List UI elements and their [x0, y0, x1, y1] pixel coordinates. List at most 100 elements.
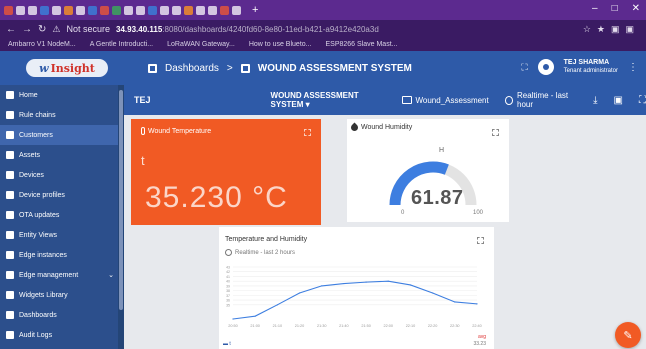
user-info[interactable]: TEJ SHARMA Tenant administrator: [564, 59, 618, 75]
sidebar-item-assets[interactable]: Assets: [0, 145, 124, 165]
x-tick-label: 21:20: [295, 324, 305, 328]
y-tick-label: 37: [226, 294, 230, 298]
back-icon[interactable]: ←: [6, 24, 16, 35]
dashboards-icon: [6, 311, 14, 319]
sidebar-item-edge-instances[interactable]: Edge instances: [0, 245, 124, 265]
tab-icon[interactable]: [40, 5, 49, 15]
tab-icon[interactable]: [220, 5, 229, 15]
fullscreen-icon[interactable]: [304, 129, 311, 136]
thermometer-icon: [141, 127, 145, 135]
tab-icon[interactable]: [88, 5, 97, 15]
x-tick-label: 21:30: [317, 324, 327, 328]
extension-icons[interactable]: ☆★▣▣: [583, 24, 640, 35]
close-icon[interactable]: ✕: [632, 3, 640, 14]
line-chart: 353637383940414243 20:50 21:00 21:10 21:20 21…: [226, 266, 482, 329]
download-icon[interactable]: ⤓: [593, 95, 597, 106]
tab-icon[interactable]: [124, 5, 133, 15]
sidebar-item-rule-chains[interactable]: Rule chains: [0, 105, 124, 125]
maximize-icon[interactable]: □: [612, 3, 618, 14]
url-host: 34.93.40.115: [116, 24, 163, 34]
sidebar-item-edge-management[interactable]: Edge management ⌄: [0, 265, 124, 285]
tab-icon[interactable]: [196, 5, 205, 15]
warning-icon[interactable]: ⚠: [52, 24, 60, 35]
tab-icon[interactable]: [64, 5, 73, 15]
y-tick-label: 36: [226, 299, 230, 303]
device-profiles-icon: [6, 191, 14, 199]
clock-icon: [225, 249, 232, 256]
x-tick-label: 22:30: [450, 324, 460, 328]
widget-title: Wound Temperature: [148, 127, 212, 135]
sidebar-item-device-profiles[interactable]: Device profiles: [0, 185, 124, 205]
url-path: :8080/dashboards/4240fd60-8e80-11ed-b421…: [162, 24, 379, 34]
app-logo[interactable]: w Insight: [26, 59, 108, 77]
temperature-value: 35.230 °C: [145, 181, 288, 214]
tab-icon[interactable]: [16, 5, 25, 15]
widget-temperature-humidity-chart[interactable]: Temperature and Humidity Realtime - last…: [219, 227, 494, 349]
sidebar-item-widgets-library[interactable]: Widgets Library: [0, 285, 124, 305]
sidebar-item-ota-updates[interactable]: OTA updates: [0, 205, 124, 225]
fullscreen-icon[interactable]: [492, 129, 499, 136]
app-header: w Insight Dashboards > WOUND ASSESSMENT …: [0, 51, 646, 85]
new-tab-icon[interactable]: +: [252, 4, 258, 16]
timewindow-button[interactable]: Realtime - last hour: [504, 91, 579, 109]
data-point: [365, 281, 367, 283]
fullscreen-icon[interactable]: [477, 237, 484, 244]
bookmark[interactable]: LoRaWAN Gateway...: [167, 41, 235, 48]
minimize-icon[interactable]: –: [592, 3, 598, 14]
tab-icon[interactable]: [184, 5, 193, 15]
tab-icon[interactable]: [28, 5, 37, 15]
sidebar-item-audit-logs[interactable]: Audit Logs: [0, 325, 124, 345]
tab-icon[interactable]: [208, 5, 217, 15]
sidebar-item-customers[interactable]: Customers: [0, 125, 124, 145]
widget-header: Wound Humidity: [349, 122, 412, 133]
edit-icon[interactable]: ▣: [614, 95, 623, 106]
tab-icon[interactable]: [52, 5, 61, 15]
bookmark[interactable]: A Gentle Introducti...: [90, 41, 153, 48]
sidebar-item-label: Assets: [19, 151, 41, 159]
tab-icon[interactable]: [112, 5, 121, 15]
avatar[interactable]: [537, 59, 554, 75]
bookmark[interactable]: ESP8266 Slave Mast...: [326, 41, 398, 48]
sidebar-item-dashboards[interactable]: Dashboards: [0, 305, 124, 325]
forward-icon[interactable]: →: [22, 24, 32, 35]
tab-icon[interactable]: [160, 5, 169, 15]
address-bar[interactable]: ← → ↻ ⚠ Not secure 34.93.40.115:8080/das…: [0, 20, 646, 38]
fullscreen-icon[interactable]: ⛶: [639, 95, 646, 106]
sidebar-item-entity-views[interactable]: Entity Views: [0, 225, 124, 245]
chart-legend[interactable]: ▬ t: [223, 341, 231, 347]
tab-icon[interactable]: [172, 5, 181, 15]
bookmark[interactable]: How to use Blueto...: [249, 41, 312, 48]
widget-wound-temperature[interactable]: Wound Temperature t 35.230 °C: [131, 119, 321, 225]
fullscreen-icon[interactable]: ⛶: [521, 62, 527, 73]
url-field[interactable]: 34.93.40.115:8080/dashboards/4240fd60-8e…: [116, 25, 577, 34]
legend-unit: avg: [477, 334, 486, 340]
x-tick-label: 21:50: [361, 324, 371, 328]
tab-icon[interactable]: [232, 5, 241, 15]
sidebar-item-label: Edge instances: [19, 251, 67, 259]
tab-icon[interactable]: [4, 5, 13, 15]
sidebar-item-devices[interactable]: Devices: [0, 165, 124, 185]
tab-icon[interactable]: [100, 5, 109, 15]
more-vert-icon[interactable]: ⋮: [628, 62, 638, 73]
bookmark[interactable]: Ambarro V1 NodeM...: [8, 41, 76, 48]
widget-wound-humidity[interactable]: Wound Humidity H 61.87 0 100: [347, 119, 509, 222]
state-select[interactable]: Wound_Assessment: [401, 96, 489, 105]
x-tick-label: 20:50: [228, 324, 238, 328]
tab-icon[interactable]: [136, 5, 145, 15]
dashboards-icon: [148, 63, 157, 73]
tab-icon[interactable]: [76, 5, 85, 15]
edit-fab-button[interactable]: ✎: [615, 322, 641, 348]
window-controls[interactable]: – □ ✕: [592, 3, 640, 14]
sidebar-item-label: OTA updates: [19, 211, 60, 219]
breadcrumb-current: WOUND ASSESSMENT SYSTEM: [257, 62, 412, 74]
breadcrumb-dashboards[interactable]: Dashboards: [165, 63, 219, 74]
tab-icon[interactable]: [148, 5, 157, 15]
chevron-down-icon: ⌄: [108, 272, 114, 279]
not-secure-label[interactable]: Not secure: [66, 24, 110, 34]
browser-tab-strip[interactable]: + – □ ✕: [0, 0, 646, 20]
sidebar-item-home[interactable]: Home: [0, 85, 124, 105]
dashboard-select[interactable]: WOUND ASSESSMENT SYSTEM ▾: [271, 91, 388, 109]
reload-icon[interactable]: ↻: [38, 24, 46, 35]
sidebar-scrollbar-thumb[interactable]: [119, 90, 123, 310]
y-tick-label: 42: [226, 270, 230, 274]
